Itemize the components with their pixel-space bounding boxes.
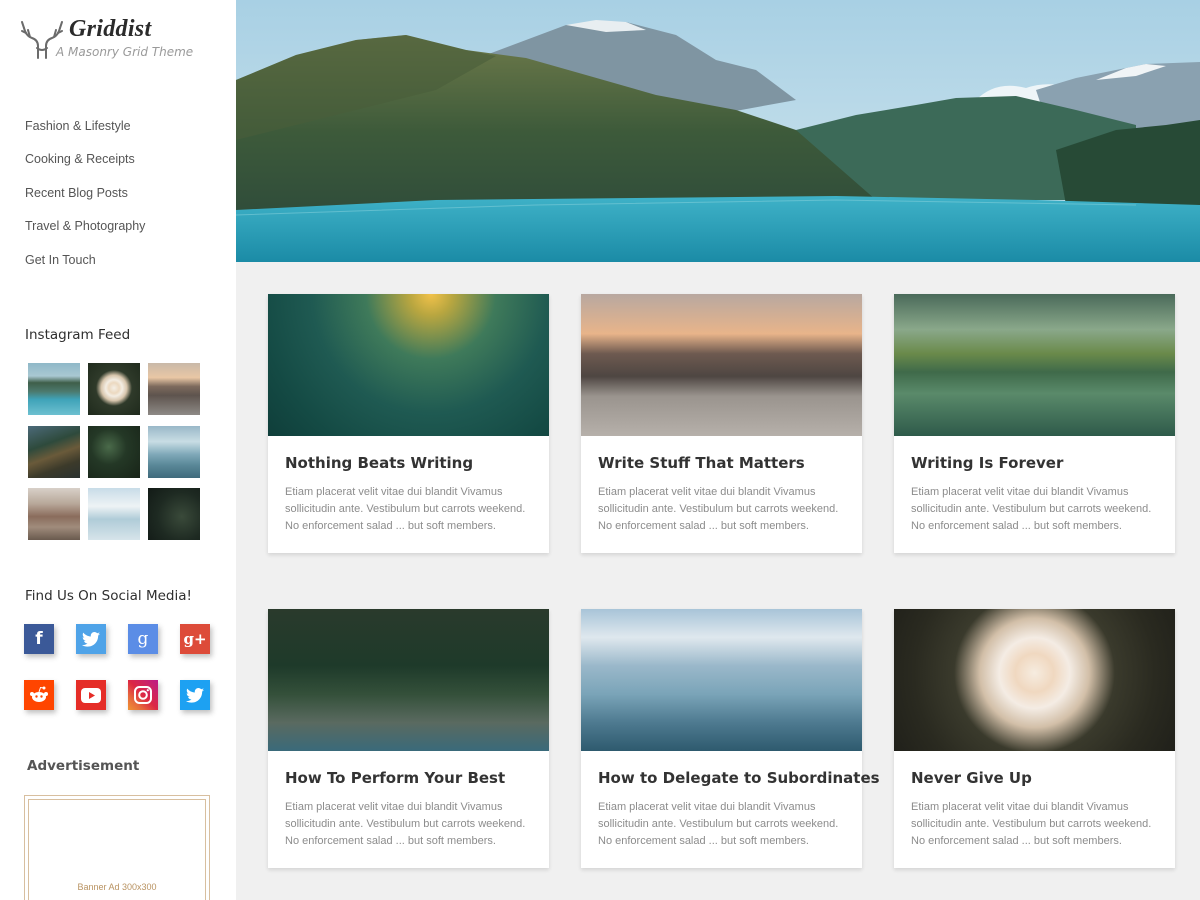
post-excerpt: Etiam placerat velit vitae dui blandit V…	[911, 801, 1152, 847]
instagram-thumbnail[interactable]	[88, 425, 140, 478]
post-card[interactable]: Write Stuff That Matters Etiam placerat …	[581, 294, 862, 553]
post-card[interactable]: How To Perform Your Best Etiam placerat …	[268, 609, 549, 868]
instagram-thumbnail[interactable]	[148, 363, 200, 415]
instagram-thumbnail[interactable]	[88, 488, 140, 540]
nav-item-travel-photography[interactable]: Travel & Photography	[25, 217, 145, 250]
post-excerpt: Etiam placerat velit vitae dui blandit V…	[598, 801, 839, 847]
facebook-icon[interactable]: f	[24, 624, 54, 654]
google-glyph: g	[137, 629, 149, 649]
site-title[interactable]: Griddist	[69, 16, 151, 43]
social-media-heading: Find Us On Social Media!	[25, 588, 192, 604]
instagram-thumbnail[interactable]	[148, 425, 200, 478]
instagram-thumbnail[interactable]	[28, 488, 80, 540]
nav-item-get-in-touch[interactable]: Get In Touch	[25, 251, 145, 284]
post-card[interactable]: Nothing Beats Writing Etiam placerat vel…	[268, 294, 549, 553]
mountain-lake-hero-illustration	[236, 0, 1200, 262]
post-title[interactable]: How to Delegate to Subordinates	[598, 769, 880, 787]
post-image[interactable]	[268, 294, 549, 436]
instagram-thumbnail[interactable]	[28, 425, 80, 478]
facebook-glyph: f	[35, 629, 43, 649]
banner-ad[interactable]: Banner Ad 300x300	[24, 795, 210, 900]
google-plus-icon[interactable]: g+	[180, 624, 210, 654]
instagram-grid	[28, 363, 208, 540]
post-title[interactable]: Writing Is Forever	[911, 454, 1063, 472]
nav-item-cooking-receipts[interactable]: Cooking & Receipts	[25, 150, 145, 183]
nav-item-recent-blog-posts[interactable]: Recent Blog Posts	[25, 184, 145, 217]
post-title[interactable]: Write Stuff That Matters	[598, 454, 805, 472]
instagram-icon[interactable]	[128, 680, 158, 710]
social-media-links: f g g+	[24, 624, 224, 736]
google-plus-glyph: g+	[183, 630, 207, 648]
post-image[interactable]	[894, 294, 1175, 436]
post-excerpt: Etiam placerat velit vitae dui blandit V…	[285, 801, 526, 847]
sidebar-nav: Fashion & Lifestyle Cooking & Receipts R…	[25, 117, 145, 284]
instagram-thumbnail[interactable]	[148, 488, 200, 540]
advertisement-heading: Advertisement	[27, 758, 140, 774]
twitter-icon[interactable]	[180, 680, 210, 710]
post-excerpt: Etiam placerat velit vitae dui blandit V…	[911, 486, 1152, 532]
google-icon[interactable]: g	[128, 624, 158, 654]
banner-ad-label: Banner Ad 300x300	[77, 882, 157, 892]
post-image[interactable]	[894, 609, 1175, 751]
post-card[interactable]: Never Give Up Etiam placerat velit vitae…	[894, 609, 1175, 868]
post-excerpt: Etiam placerat velit vitae dui blandit V…	[598, 486, 839, 532]
post-excerpt: Etiam placerat velit vitae dui blandit V…	[285, 486, 526, 532]
twitter-icon[interactable]	[76, 624, 106, 654]
post-image[interactable]	[581, 609, 862, 751]
instagram-feed-heading: Instagram Feed	[25, 327, 131, 343]
post-image[interactable]	[581, 294, 862, 436]
site-brand[interactable]: Griddist A Masonry Grid Theme	[20, 14, 220, 64]
nav-item-fashion-lifestyle[interactable]: Fashion & Lifestyle	[25, 117, 145, 150]
reddit-icon[interactable]	[24, 680, 54, 710]
hero-image	[236, 0, 1200, 262]
instagram-thumbnail[interactable]	[28, 363, 80, 415]
sidebar: Griddist A Masonry Grid Theme Fashion & …	[0, 0, 236, 900]
site-tagline: A Masonry Grid Theme	[56, 45, 194, 59]
instagram-thumbnail[interactable]	[88, 363, 140, 415]
post-title[interactable]: How To Perform Your Best	[285, 769, 505, 787]
post-card[interactable]: How to Delegate to Subordinates Etiam pl…	[581, 609, 880, 868]
post-image[interactable]	[268, 609, 549, 751]
post-title[interactable]: Never Give Up	[911, 769, 1032, 787]
post-title[interactable]: Nothing Beats Writing	[285, 454, 473, 472]
youtube-icon[interactable]	[76, 680, 106, 710]
post-card[interactable]: Writing Is Forever Etiam placerat velit …	[894, 294, 1175, 553]
